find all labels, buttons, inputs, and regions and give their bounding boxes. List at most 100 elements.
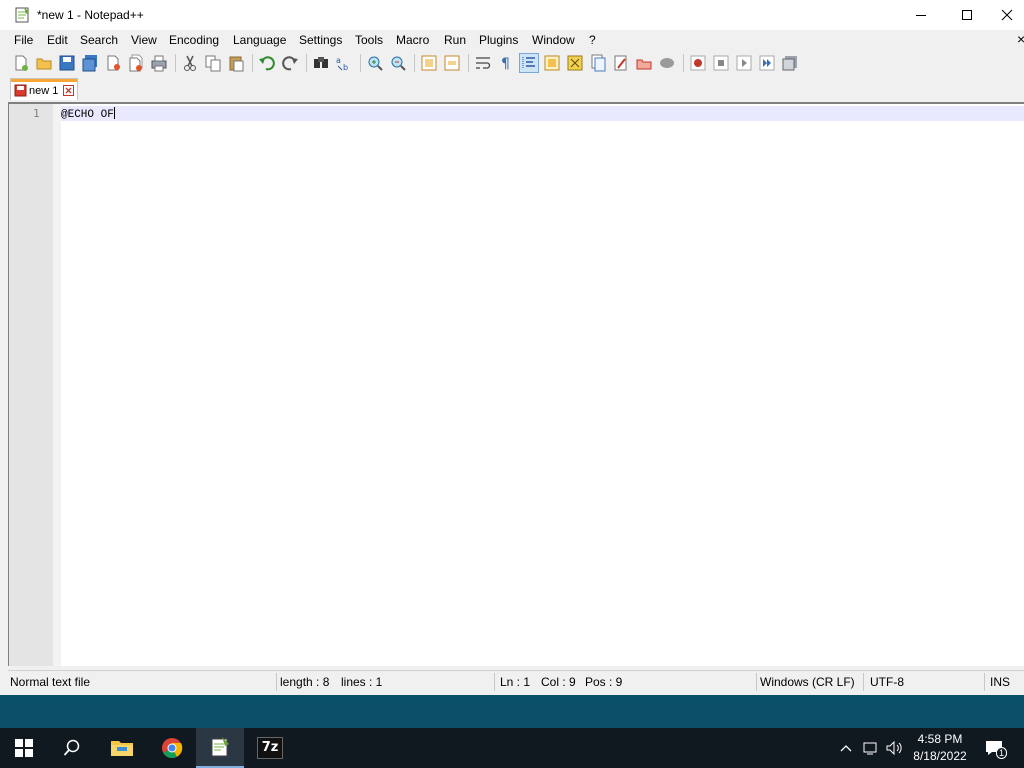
menu-view[interactable]: View [131,33,157,47]
start-icon [15,739,33,757]
toolbar-separator [306,54,307,72]
status-position: Pos : 9 [585,675,623,689]
menu-search[interactable]: Search [80,33,118,47]
menu-window[interactable]: Window [532,33,575,47]
playback-macro-icon[interactable] [735,54,753,72]
network-icon [863,742,877,755]
taskbar-chrome[interactable] [148,728,196,768]
network-button[interactable] [860,728,882,768]
line-number: 1 [33,107,40,120]
record-macro-icon[interactable] [689,54,707,72]
status-separator [756,673,757,691]
save-icon[interactable] [58,54,76,72]
toolbar-separator [175,54,176,72]
status-separator [494,673,495,691]
status-insert-mode[interactable]: INS [990,675,1010,689]
run-macro-multiple-icon[interactable] [758,54,776,72]
menu-tools[interactable]: Tools [355,33,383,47]
open-file-icon[interactable] [35,54,53,72]
toolbar: ab ¶ [0,50,1024,76]
close-file-icon[interactable] [104,54,122,72]
editor-area[interactable]: 1 @ECHO OF [8,102,1024,666]
7zip-icon: 7z [257,737,283,759]
word-wrap-icon[interactable] [474,54,492,72]
tab-label: new 1 [29,85,59,97]
document-close-button[interactable]: × [1017,31,1024,47]
menu-macro[interactable]: Macro [396,33,429,47]
tab-bar: new 1 [0,76,1024,102]
doc-map-icon[interactable] [566,54,584,72]
status-file-type: Normal text file [10,675,91,689]
menu-encoding[interactable]: Encoding [169,33,219,47]
minimize-icon [916,15,926,16]
paste-icon[interactable] [227,54,245,72]
taskbar-clock[interactable]: 4:58 PM 8/18/2022 [908,731,972,765]
menu-file[interactable]: File [14,33,33,47]
svg-text:a: a [336,56,341,65]
notification-count-badge: 1 [995,747,1007,759]
zoom-in-icon[interactable] [366,54,384,72]
tab-new-1[interactable]: new 1 [10,78,78,100]
menu-plugins[interactable]: Plugins [479,33,518,47]
status-separator [863,673,864,691]
indent-guide-icon[interactable] [519,53,539,73]
menu-run[interactable]: Run [444,33,466,47]
undo-icon[interactable] [258,54,276,72]
volume-button[interactable] [884,728,906,768]
start-button[interactable] [0,728,48,768]
monitoring-icon[interactable] [635,54,653,72]
toolbar-separator [360,54,361,72]
text-caret [113,107,115,119]
tab-close-icon[interactable] [63,85,74,96]
new-file-icon[interactable] [12,54,30,72]
menu-help[interactable]: ? [589,33,596,47]
current-line-highlight [61,106,1024,121]
find-icon[interactable] [312,54,330,72]
code-text: @ECHO OF [61,109,114,121]
menu-settings[interactable]: Settings [299,33,342,47]
toolbar-separator [468,54,469,72]
show-hidden-icons-button[interactable] [836,728,856,768]
show-all-characters-icon[interactable]: ¶ [497,54,515,72]
file-explorer-icon [111,741,133,756]
notifications-button[interactable]: 1 [978,728,1010,768]
cut-icon[interactable] [181,54,199,72]
user-language-icon[interactable] [543,54,561,72]
code-line[interactable]: @ECHO OF [61,107,115,121]
sync-vertical-icon[interactable] [420,54,438,72]
save-all-icon[interactable] [81,54,99,72]
replace-icon[interactable]: ab [335,54,353,72]
redo-icon[interactable] [281,54,299,72]
notepadpp-window: *new 1 - Notepad++ File Edit Search View… [0,0,1024,695]
taskbar-file-explorer[interactable] [98,728,146,768]
zoom-out-icon[interactable] [389,54,407,72]
taskbar-notepadpp[interactable] [196,728,244,768]
status-eol-format[interactable]: Windows (CR LF) [760,675,855,689]
folder-as-workspace-icon[interactable] [612,54,630,72]
save-macro-icon[interactable] [781,54,799,72]
svg-text:b: b [343,63,348,72]
status-column: Col : 9 [541,675,576,689]
close-button[interactable] [990,0,1024,30]
sync-horizontal-icon[interactable] [443,54,461,72]
minimize-button[interactable] [898,0,944,30]
menu-edit[interactable]: Edit [47,33,68,47]
taskbar-search-button[interactable] [48,728,96,768]
status-lines: lines : 1 [341,675,383,689]
function-list-icon[interactable] [589,54,607,72]
notepadpp-app-icon [15,7,29,23]
title-bar[interactable]: *new 1 - Notepad++ [0,0,1024,30]
macro-panel-icon[interactable] [658,54,676,72]
window-title: *new 1 - Notepad++ [37,8,144,22]
menu-language[interactable]: Language [233,33,286,47]
fold-margin[interactable] [53,104,61,666]
taskbar-7zip[interactable]: 7z [246,728,294,768]
copy-icon[interactable] [204,54,222,72]
status-encoding[interactable]: UTF-8 [870,675,904,689]
close-all-icon[interactable] [127,54,145,72]
print-icon[interactable] [150,54,168,72]
chrome-icon [162,738,183,759]
active-tab-indicator [11,79,77,82]
stop-record-icon[interactable] [712,54,730,72]
maximize-button[interactable] [944,0,990,30]
